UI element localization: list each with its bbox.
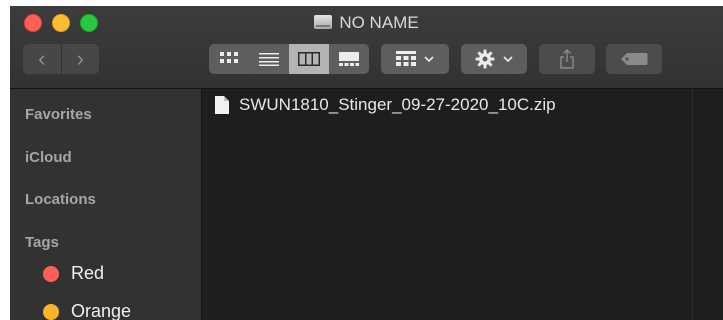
- sidebar: Favorites iCloud Locations Tags Red Oran…: [10, 89, 202, 320]
- sidebar-section-favorites[interactable]: Favorites: [25, 106, 92, 123]
- back-button[interactable]: ‹: [23, 44, 61, 74]
- sidebar-section-tags[interactable]: Tags: [25, 234, 59, 251]
- column-divider[interactable]: [692, 89, 693, 320]
- sidebar-tag-label: Red: [71, 263, 105, 283]
- list-view-icon: [259, 53, 279, 66]
- gallery-view-icon: [339, 52, 359, 66]
- title-bar: NO NAME ‹ ›: [10, 6, 723, 89]
- finder-window: NO NAME ‹ › Favorites iCloud Locations T…: [10, 6, 723, 320]
- file-browser-column: SWUN1810_Stinger_09-27-2020_10C.zip: [202, 89, 723, 320]
- window-title-text: NO NAME: [339, 13, 419, 32]
- action-menu-button[interactable]: [461, 44, 527, 74]
- orange-tag-dot-icon: [43, 303, 59, 320]
- tag-icon: [621, 53, 648, 65]
- gear-icon: [475, 49, 495, 69]
- sidebar-section-icloud[interactable]: iCloud: [25, 149, 72, 166]
- group-by-icon: [396, 51, 416, 66]
- file-item[interactable]: SWUN1810_Stinger_09-27-2020_10C.zip: [215, 95, 556, 115]
- column-view-icon: [298, 52, 320, 66]
- view-mode-control: [209, 44, 369, 74]
- forward-icon: ›: [76, 46, 84, 71]
- share-icon: [560, 49, 574, 69]
- sidebar-tag-label: Orange: [71, 301, 132, 320]
- sidebar-tag-orange[interactable]: Orange: [43, 301, 131, 320]
- sidebar-section-locations[interactable]: Locations: [25, 191, 96, 208]
- group-by-button[interactable]: [381, 44, 449, 74]
- chevron-down-icon: [424, 56, 434, 62]
- tags-button[interactable]: [606, 44, 662, 74]
- gallery-view-button[interactable]: [329, 44, 369, 74]
- share-button[interactable]: [539, 44, 595, 74]
- zip-document-icon: [215, 96, 229, 114]
- icon-view-button[interactable]: [209, 44, 249, 74]
- navigation-buttons: ‹ ›: [23, 44, 99, 74]
- column-view-button[interactable]: [289, 44, 329, 74]
- back-icon: ‹: [38, 46, 46, 71]
- file-name: SWUN1810_Stinger_09-27-2020_10C.zip: [239, 95, 556, 114]
- window-title: NO NAME: [10, 13, 723, 33]
- sidebar-tag-red[interactable]: Red: [43, 263, 104, 284]
- red-tag-dot-icon: [43, 265, 59, 282]
- icon-view-icon: [220, 52, 238, 63]
- external-drive-icon: [314, 15, 333, 29]
- forward-button[interactable]: ›: [61, 44, 99, 74]
- chevron-down-icon: [503, 56, 513, 62]
- list-view-button[interactable]: [249, 44, 289, 74]
